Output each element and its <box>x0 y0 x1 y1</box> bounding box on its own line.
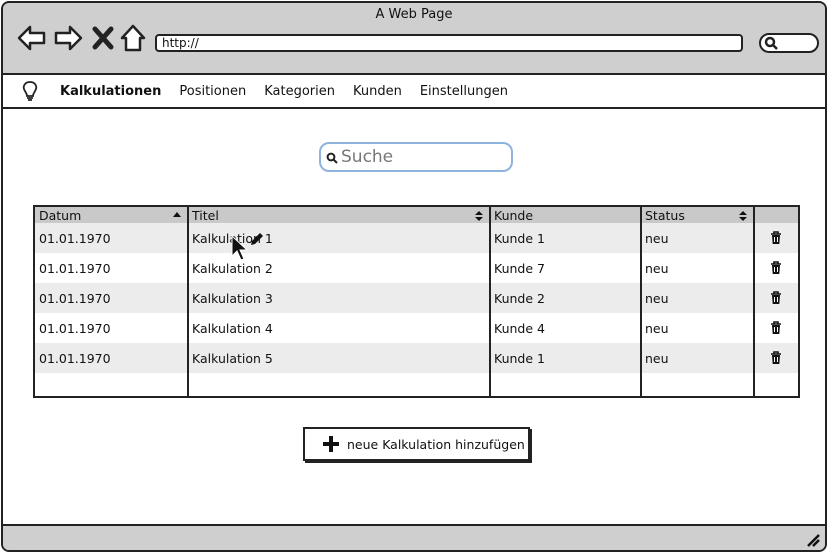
column-divider <box>187 207 189 396</box>
column-header-actions <box>754 207 798 223</box>
table-row[interactable]: 01.01.1970 Kalkulation 4 Kunde 4 neu <box>35 313 798 343</box>
cell-kunde: Kunde 1 <box>490 343 641 373</box>
sort-icon[interactable] <box>474 210 484 222</box>
column-header-status[interactable]: Status <box>641 207 754 223</box>
pencil-icon[interactable] <box>249 231 265 247</box>
cell-delete <box>754 313 798 343</box>
cell-datum: 01.01.1970 <box>35 313 188 343</box>
column-header-titel[interactable]: Titel <box>188 207 490 223</box>
cell-datum: 01.01.1970 <box>35 223 188 253</box>
table-row[interactable]: 01.01.1970 Kalkulation 3 Kunde 2 neu <box>35 283 798 313</box>
column-header-kunde[interactable]: Kunde <box>490 207 641 223</box>
trash-icon[interactable] <box>770 351 782 365</box>
search-icon <box>764 36 778 50</box>
cell-status: neu <box>641 343 754 373</box>
nav-item-einstellungen[interactable]: Einstellungen <box>420 84 508 99</box>
cell-datum: 01.01.1970 <box>35 253 188 283</box>
search-input[interactable] <box>341 146 501 168</box>
trash-icon[interactable] <box>770 291 782 305</box>
cell-status: neu <box>641 313 754 343</box>
column-divider <box>640 207 642 396</box>
resize-grip-icon[interactable] <box>805 532 821 548</box>
sort-ascending-icon[interactable] <box>172 210 182 218</box>
search-box[interactable] <box>319 142 513 172</box>
trash-icon[interactable] <box>770 321 782 335</box>
column-header-datum[interactable]: Datum <box>35 207 188 223</box>
home-icon[interactable] <box>119 23 149 53</box>
cell-kunde: Kunde 1 <box>490 223 641 253</box>
table-row[interactable]: 01.01.1970 Kalkulation 2 Kunde 7 neu <box>35 253 798 283</box>
column-header-label: Status <box>645 207 685 223</box>
nav-menu: Kalkulationen Positionen Kategorien Kund… <box>60 75 508 107</box>
cell-status: neu <box>641 253 754 283</box>
plus-icon <box>323 436 339 452</box>
nav-item-kategorien[interactable]: Kategorien <box>264 84 335 99</box>
cell-status: neu <box>641 283 754 313</box>
nav-item-positionen[interactable]: Positionen <box>179 84 246 99</box>
close-icon[interactable] <box>91 23 121 53</box>
table-header-row: Datum Titel Kunde Status <box>35 207 798 223</box>
browser-search-field[interactable] <box>759 33 819 53</box>
cell-kunde: Kunde 2 <box>490 283 641 313</box>
column-divider <box>753 207 755 396</box>
sort-icon[interactable] <box>738 210 748 222</box>
cell-datum: 01.01.1970 <box>35 283 188 313</box>
search-icon <box>326 152 338 164</box>
lightbulb-icon <box>22 81 38 101</box>
cell-kunde: Kunde 7 <box>490 253 641 283</box>
cell-status: neu <box>641 223 754 253</box>
add-calculation-button[interactable]: neue Kalkulation hinzufügen <box>303 427 530 461</box>
nav-item-kalkulationen[interactable]: Kalkulationen <box>60 84 161 99</box>
calculations-table: Datum Titel Kunde Status 01.01.1970 Kalk… <box>33 205 800 398</box>
top-navigation: Kalkulationen Positionen Kategorien Kund… <box>3 75 825 109</box>
back-arrow-icon[interactable] <box>17 23 47 53</box>
cell-delete <box>754 343 798 373</box>
status-bar <box>3 524 825 550</box>
column-divider <box>489 207 491 396</box>
forward-arrow-icon[interactable] <box>53 23 83 53</box>
cell-kunde: Kunde 4 <box>490 313 641 343</box>
url-bar[interactable]: http:// <box>155 34 743 52</box>
cell-titel[interactable]: Kalkulation 5 <box>188 343 490 373</box>
column-header-label: Datum <box>39 207 82 223</box>
cell-delete <box>754 253 798 283</box>
column-header-label: Kunde <box>494 207 534 223</box>
window-title: A Web Page <box>375 7 453 22</box>
add-calculation-label: neue Kalkulation hinzufügen <box>347 436 525 452</box>
trash-icon[interactable] <box>770 261 782 275</box>
table-row[interactable]: 01.01.1970 Kalkulation 1 Kunde 1 neu <box>35 223 798 253</box>
cell-datum: 01.01.1970 <box>35 343 188 373</box>
trash-icon[interactable] <box>770 231 782 245</box>
cell-titel[interactable]: Kalkulation 4 <box>188 313 490 343</box>
cell-delete <box>754 283 798 313</box>
browser-window: A Web Page http:// Kalkulationen Positio… <box>1 1 827 552</box>
mouse-pointer-icon <box>231 235 249 261</box>
cell-titel[interactable]: Kalkulation 3 <box>188 283 490 313</box>
nav-item-kunden[interactable]: Kunden <box>353 84 402 99</box>
column-header-label: Titel <box>192 207 219 223</box>
table-row[interactable]: 01.01.1970 Kalkulation 5 Kunde 1 neu <box>35 343 798 373</box>
browser-titlebar: A Web Page http:// <box>3 3 825 75</box>
cell-delete <box>754 223 798 253</box>
